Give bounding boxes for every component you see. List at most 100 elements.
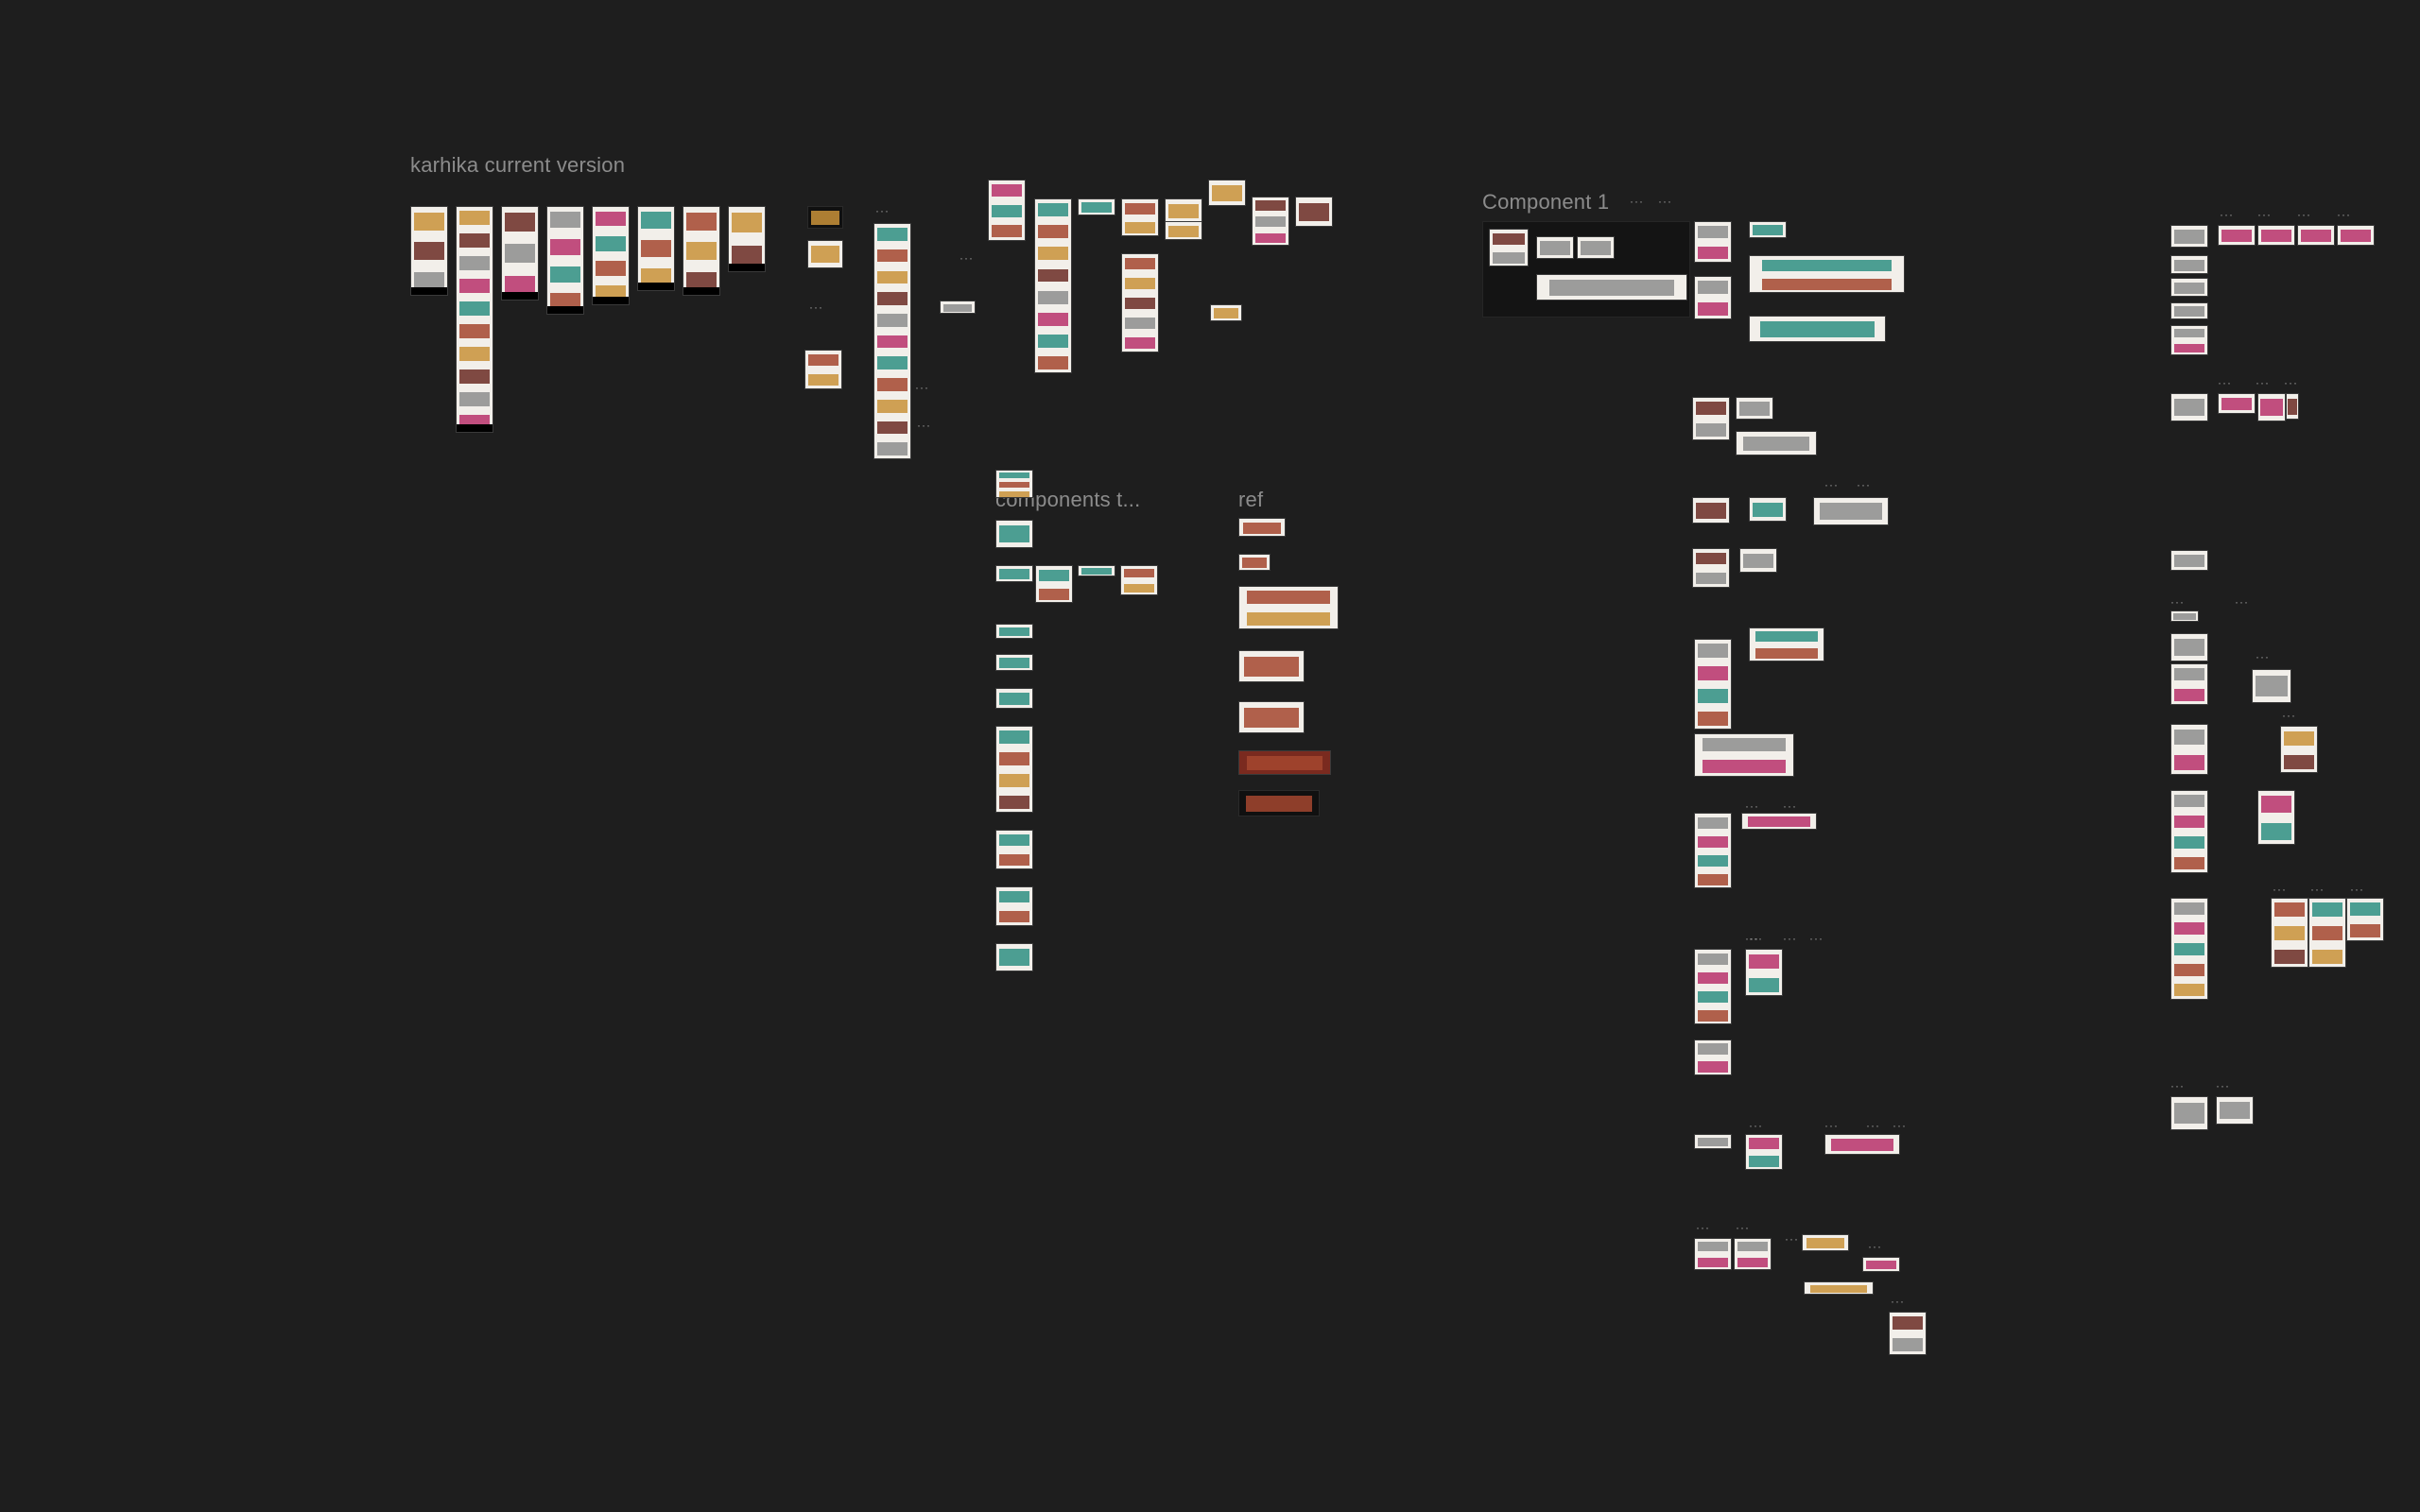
more-options-icon[interactable]: ··· — [915, 382, 929, 393]
more-options-icon[interactable]: ··· — [2220, 209, 2234, 220]
frame-thumbnail[interactable] — [2271, 898, 2308, 968]
frame-thumbnail[interactable] — [1889, 1312, 1927, 1355]
more-options-icon[interactable]: ··· — [2256, 651, 2270, 662]
more-options-icon[interactable]: ··· — [1824, 479, 1839, 490]
frame-thumbnail[interactable] — [995, 688, 1033, 709]
frame-thumbnail[interactable] — [1694, 1238, 1732, 1270]
frame-thumbnail[interactable] — [1295, 197, 1333, 227]
frame-thumbnail[interactable] — [2308, 898, 2346, 968]
more-options-icon[interactable]: ··· — [1749, 933, 1763, 944]
frame-thumbnail[interactable] — [1749, 316, 1886, 342]
more-options-icon[interactable]: ··· — [2216, 1080, 2230, 1091]
more-options-icon[interactable]: ··· — [2297, 209, 2311, 220]
frame-thumbnail[interactable] — [1078, 565, 1115, 576]
frame-thumbnail[interactable] — [1238, 750, 1331, 775]
frame-thumbnail[interactable] — [2297, 225, 2335, 246]
frame-thumbnail[interactable] — [807, 240, 843, 268]
frame-thumbnail[interactable] — [2170, 225, 2208, 248]
more-options-icon[interactable]: ··· — [2170, 1080, 2185, 1091]
more-options-icon[interactable]: ··· — [1745, 800, 1759, 812]
frame-thumbnail[interactable] — [1165, 221, 1202, 240]
frame-thumbnail[interactable] — [1694, 733, 1794, 777]
frame-thumbnail[interactable] — [1210, 304, 1242, 321]
frame-thumbnail[interactable] — [410, 206, 448, 296]
frame-thumbnail[interactable] — [1694, 1040, 1732, 1075]
frame-thumbnail[interactable] — [1120, 565, 1158, 595]
frame-thumbnail[interactable] — [2170, 1096, 2208, 1130]
frame-thumbnail[interactable] — [2170, 278, 2208, 297]
frame-thumbnail[interactable] — [1238, 586, 1339, 629]
frame-thumbnail[interactable] — [2170, 393, 2208, 421]
more-options-icon[interactable]: ··· — [2350, 884, 2364, 895]
more-options-icon[interactable]: ··· — [1809, 933, 1824, 944]
frame-thumbnail[interactable] — [1749, 221, 1787, 238]
more-options-icon[interactable]: ··· — [1868, 1241, 1882, 1252]
frame-thumbnail[interactable] — [728, 206, 766, 272]
frame-thumbnail[interactable] — [1121, 253, 1159, 352]
frame-thumbnail[interactable] — [1165, 198, 1202, 222]
frame-thumbnail[interactable] — [807, 206, 843, 229]
frame-thumbnail[interactable] — [1121, 198, 1159, 236]
more-options-icon[interactable]: ··· — [1891, 1296, 1905, 1307]
section-title-karhika-current-version[interactable]: karhika current version — [410, 153, 625, 178]
frame-thumbnail[interactable] — [1694, 639, 1732, 730]
frame-thumbnail[interactable] — [1694, 276, 1732, 319]
more-options-icon[interactable]: ··· — [959, 252, 974, 264]
more-options-icon[interactable]: ··· — [1857, 479, 1871, 490]
frame-thumbnail[interactable] — [1078, 198, 1115, 215]
more-options-icon[interactable]: ··· — [2170, 596, 2185, 608]
frame-thumbnail[interactable] — [1694, 1134, 1732, 1149]
frame-thumbnail[interactable] — [2257, 790, 2295, 845]
frame-thumbnail[interactable] — [2280, 726, 2318, 773]
frame-thumbnail[interactable] — [873, 223, 911, 459]
frame-thumbnail[interactable] — [1749, 497, 1787, 522]
more-options-icon[interactable]: ··· — [917, 420, 931, 431]
more-options-icon[interactable]: ··· — [1658, 196, 1672, 207]
frame-thumbnail[interactable] — [2170, 898, 2208, 1000]
more-options-icon[interactable]: ··· — [2282, 710, 2296, 721]
frame-thumbnail[interactable] — [1238, 701, 1305, 733]
more-options-icon[interactable]: ··· — [1783, 933, 1797, 944]
frame-thumbnail[interactable] — [2257, 225, 2295, 246]
frame-thumbnail[interactable] — [501, 206, 539, 301]
frame-thumbnail[interactable] — [1736, 431, 1817, 455]
more-options-icon[interactable]: ··· — [1866, 1120, 1880, 1131]
frame-thumbnail[interactable] — [1536, 274, 1687, 301]
frame-thumbnail[interactable] — [804, 350, 842, 389]
more-options-icon[interactable]: ··· — [2235, 596, 2249, 608]
frame-thumbnail[interactable] — [988, 180, 1026, 241]
frame-thumbnail[interactable] — [995, 886, 1033, 926]
frame-thumbnail[interactable] — [1694, 221, 1732, 263]
frame-thumbnail[interactable] — [2218, 393, 2256, 414]
more-options-icon[interactable]: ··· — [2256, 377, 2270, 388]
frame-thumbnail[interactable] — [940, 301, 976, 314]
frame-thumbnail[interactable] — [995, 830, 1033, 869]
frame-thumbnail[interactable] — [995, 520, 1033, 548]
frame-thumbnail[interactable] — [1692, 497, 1730, 524]
frame-thumbnail[interactable] — [1694, 813, 1732, 888]
frame-thumbnail[interactable] — [2170, 255, 2208, 274]
section-title-ref[interactable]: ref — [1238, 488, 1263, 512]
frame-thumbnail[interactable] — [1739, 548, 1777, 573]
frame-thumbnail[interactable] — [2286, 393, 2299, 420]
more-options-icon[interactable]: ··· — [2218, 377, 2232, 388]
frame-thumbnail[interactable] — [2218, 225, 2256, 246]
more-options-icon[interactable]: ··· — [2273, 884, 2287, 895]
more-options-icon[interactable]: ··· — [2257, 209, 2272, 220]
frame-thumbnail[interactable] — [2170, 550, 2208, 571]
frame-thumbnail[interactable] — [1802, 1234, 1849, 1251]
figma-canvas[interactable]: karhika current version Component 1 ··· … — [0, 0, 2420, 1512]
frame-thumbnail[interactable] — [1745, 1134, 1783, 1170]
more-options-icon[interactable]: ··· — [1785, 1233, 1799, 1245]
frame-thumbnail[interactable] — [2170, 325, 2208, 355]
frame-thumbnail[interactable] — [1034, 198, 1072, 373]
frame-thumbnail[interactable] — [1692, 548, 1730, 588]
frame-thumbnail[interactable] — [546, 206, 584, 315]
more-options-icon[interactable]: ··· — [1749, 1120, 1763, 1131]
more-options-icon[interactable]: ··· — [875, 205, 890, 216]
more-options-icon[interactable]: ··· — [1630, 196, 1644, 207]
more-options-icon[interactable]: ··· — [1783, 800, 1797, 812]
frame-thumbnail[interactable] — [2170, 610, 2199, 622]
frame-thumbnail[interactable] — [2252, 669, 2291, 703]
frame-thumbnail[interactable] — [1208, 180, 1246, 206]
